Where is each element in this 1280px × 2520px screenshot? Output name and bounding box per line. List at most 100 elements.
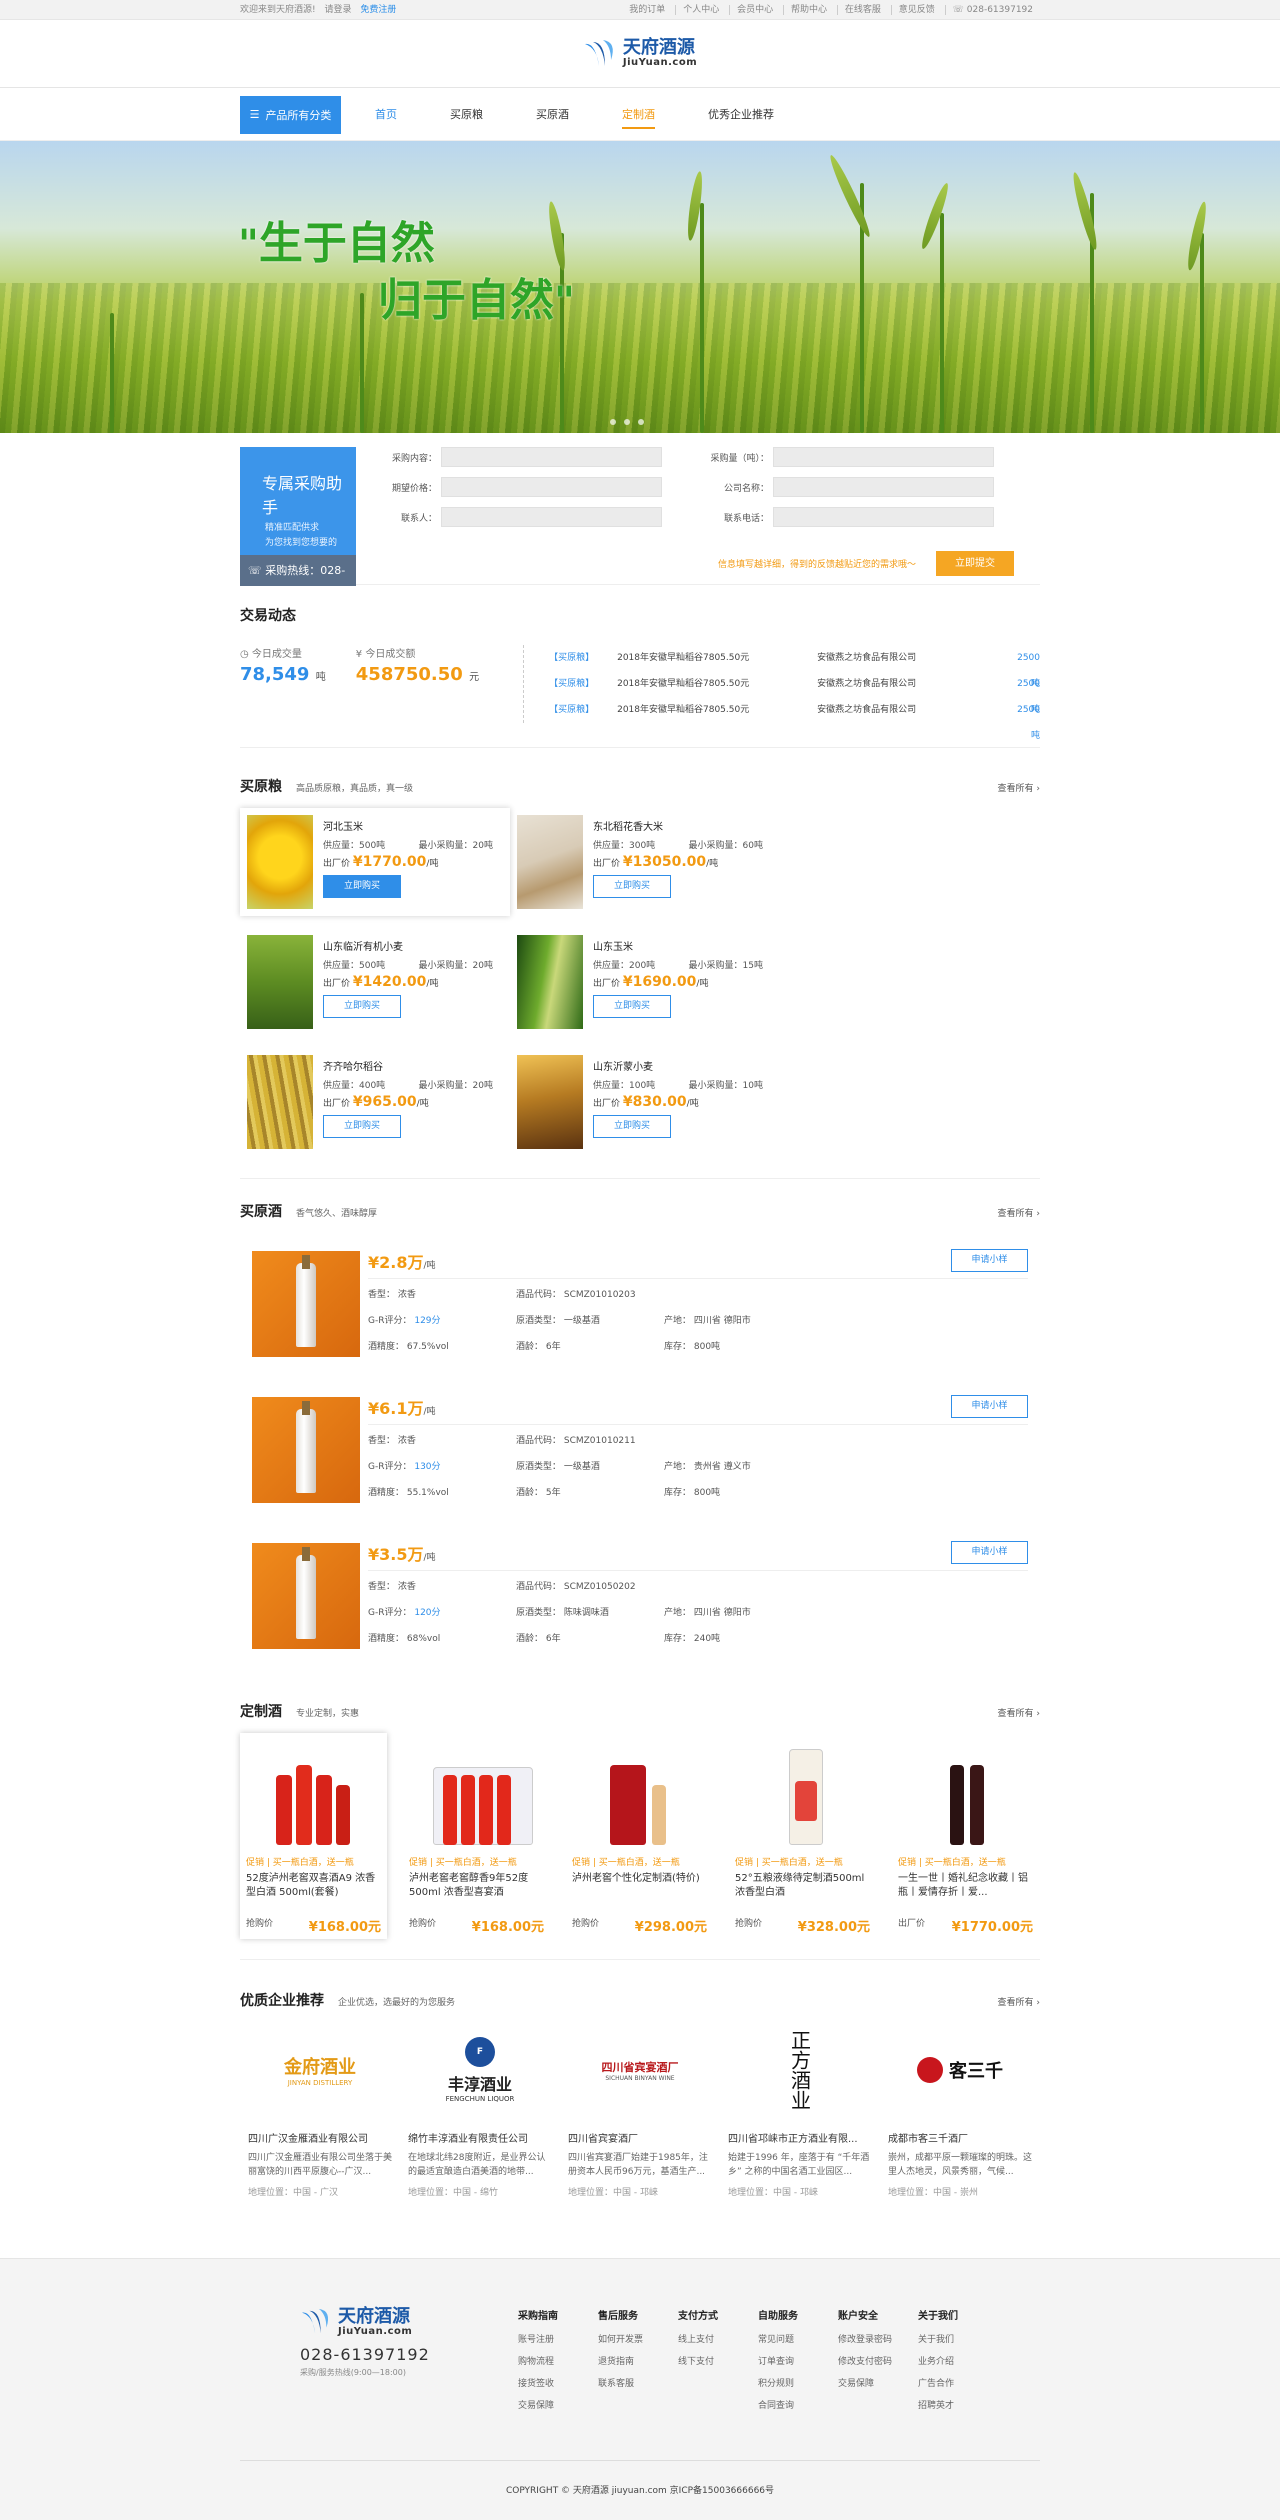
footer-link[interactable]: 订单查询 — [758, 2354, 838, 2367]
enterprise-logo[interactable]: F 丰淳酒业 FENGCHUN LIQUOR — [408, 2024, 552, 2116]
content-input[interactable] — [441, 447, 662, 467]
buy-button[interactable]: 立即购买 — [593, 1115, 671, 1138]
carousel-dot[interactable] — [638, 419, 644, 425]
buy-button[interactable]: 立即购买 — [593, 875, 671, 898]
footer-logo[interactable]: 天府酒源 JiuYuan.com — [300, 2307, 518, 2337]
liquor-item[interactable]: ¥6.1万/吨 申请小样 香型： 浓香 酒品代码： SCMZ01010211 G-R… — [240, 1379, 1040, 1525]
enterprise-name[interactable]: 四川省宾宴酒厂 — [568, 2130, 712, 2145]
enterprise-card[interactable]: 客三千 成都市客三千酒厂 崇州，成都平原一颗璀璨的明珠。这里人杰地灵，风景秀丽，… — [880, 2024, 1040, 2198]
enterprise-card[interactable]: 四川省宾宴酒厂 SICHUAN BINYAN WINE 四川省宾宴酒厂 四川省宾宴… — [560, 2024, 720, 2199]
custom-card[interactable]: 促销 | 买一瓶白酒，送一瓶 泸州老窖老窖醇香9年52度500ml 浓香型喜宴酒… — [403, 1733, 550, 1939]
liquor-image[interactable] — [252, 1397, 360, 1503]
footer-link[interactable]: 退货指南 — [598, 2354, 678, 2367]
footer-link[interactable]: 账号注册 — [518, 2332, 598, 2345]
product-name[interactable]: 一生一世丨婚礼纪念收藏丨铝瓶丨爱情存折丨爱... — [898, 1872, 1033, 1910]
grain-card[interactable]: 山东临沂有机小麦 供应量：500吨 最小采购量：20吨 出厂价 ¥1420.00/… — [240, 928, 510, 1036]
footer-link[interactable]: 合同查询 — [758, 2398, 838, 2411]
footer-link[interactable]: 线下支付 — [678, 2354, 758, 2367]
product-name[interactable]: 泸州老窖个性化定制酒(特价) — [572, 1872, 707, 1910]
apply-sample-button[interactable]: 申请小样 — [951, 1541, 1028, 1564]
footer-link[interactable]: 修改支付密码 — [838, 2354, 918, 2367]
site-logo[interactable]: 天府酒源 JiuYuan.com — [583, 38, 697, 70]
enterprise-logo[interactable]: 客三千 — [888, 2024, 1032, 2116]
footer-link[interactable]: 广告合作 — [918, 2376, 998, 2389]
register-link[interactable]: 免费注册 — [360, 5, 396, 15]
apply-sample-button[interactable]: 申请小样 — [951, 1395, 1028, 1418]
product-name[interactable]: 山东沂蒙小麦 — [593, 1058, 763, 1073]
my-orders-link[interactable]: 我的订单 — [622, 5, 672, 15]
liquor-item[interactable]: ¥3.5万/吨 申请小样 香型： 浓香 酒品代码： SCMZ01050202 G-R… — [240, 1525, 1040, 1671]
feedback-link[interactable]: 意见反馈 — [890, 5, 942, 15]
enterprise-name[interactable]: 成都市客三千酒厂 — [888, 2130, 1032, 2145]
footer-link[interactable]: 修改登录密码 — [838, 2332, 918, 2345]
nav-enterprise[interactable]: 优秀企业推荐 — [708, 88, 774, 141]
enterprise-name[interactable]: 绵竹丰淳酒业有限责任公司 — [408, 2130, 552, 2145]
buy-button[interactable]: 立即购买 — [323, 875, 401, 898]
footer-link[interactable]: 招聘英才 — [918, 2398, 998, 2411]
custom-card[interactable]: 促销 | 买一瓶白酒，送一瓶 一生一世丨婚礼纪念收藏丨铝瓶丨爱情存折丨爱... … — [892, 1733, 1039, 1939]
footer-link[interactable]: 联系客服 — [598, 2376, 678, 2389]
grain-card[interactable]: 河北玉米 供应量：500吨 最小采购量：20吨 出厂价 ¥1770.00/吨 立即… — [240, 808, 510, 916]
nav-grain[interactable]: 买原粮 — [450, 88, 483, 141]
trade-row[interactable]: 【买原粮】 2018年安徽早籼稻谷7805.50元 安徽燕之坊食品有限公司 2500吨 — [549, 697, 1040, 741]
help-center-link[interactable]: 帮助中心 — [782, 5, 834, 15]
product-image[interactable] — [517, 935, 583, 1029]
nav-custom[interactable]: 定制酒 — [622, 88, 655, 141]
custom-card[interactable]: 促销 | 买一瓶白酒，送一瓶 52度泸州老窖双喜酒A9 浓香型白酒 500ml(… — [240, 1733, 387, 1939]
footer-link[interactable]: 接货签收 — [518, 2376, 598, 2389]
liquor-image[interactable] — [252, 1251, 360, 1357]
product-name[interactable]: 泸州老窖老窖醇香9年52度500ml 浓香型喜宴酒 — [409, 1872, 544, 1910]
contact-input[interactable] — [441, 507, 662, 527]
product-image[interactable] — [409, 1741, 544, 1851]
enterprise-logo[interactable]: 正方酒业 — [728, 2024, 872, 2116]
product-image[interactable] — [517, 815, 583, 909]
product-image[interactable] — [572, 1741, 707, 1851]
product-image[interactable] — [246, 1741, 381, 1851]
grain-card[interactable]: 山东玉米 供应量：200吨 最小采购量：15吨 出厂价 ¥1690.00/吨 立即… — [510, 928, 780, 1036]
product-name[interactable]: 齐齐哈尔稻谷 — [323, 1058, 493, 1073]
category-button[interactable]: ☰ 产品所有分类 — [240, 95, 341, 134]
product-name[interactable]: 山东玉米 — [593, 938, 763, 953]
nav-home[interactable]: 首页 — [375, 88, 397, 141]
footer-link[interactable]: 交易保障 — [518, 2398, 598, 2411]
carousel-dot[interactable] — [624, 419, 630, 425]
trade-row[interactable]: 【买原粮】 2018年安徽早籼稻谷7805.50元 安徽燕之坊食品有限公司 2500吨 — [549, 671, 1040, 715]
phone-input[interactable] — [773, 507, 994, 527]
member-center-link[interactable]: 会员中心 — [729, 5, 781, 15]
enterprise-card[interactable]: F 丰淳酒业 FENGCHUN LIQUOR 绵竹丰淳酒业有限责任公司 在地球北纬2… — [400, 2024, 560, 2198]
hero-banner[interactable]: "生于自然 归于自然" — [0, 141, 1280, 433]
product-name[interactable]: 山东临沂有机小麦 — [323, 938, 493, 953]
enterprise-logo[interactable]: 四川省宾宴酒厂 SICHUAN BINYAN WINE — [568, 2024, 712, 2116]
personal-center-link[interactable]: 个人中心 — [675, 5, 727, 15]
footer-link[interactable]: 购物流程 — [518, 2354, 598, 2367]
custom-card[interactable]: 促销 | 买一瓶白酒，送一瓶 泸州老窖个性化定制酒(特价) 抢购价 ¥298.00… — [566, 1733, 713, 1939]
product-name[interactable]: 河北玉米 — [323, 818, 493, 833]
product-image[interactable] — [247, 815, 313, 909]
grain-card[interactable]: 东北稻花香大米 供应量：300吨 最小采购量：60吨 出厂价 ¥13050.00/… — [510, 808, 780, 916]
enterprise-card[interactable]: 金府酒业 JINYAN DISTILLERY 四川广汉金雁酒业有限公司 四川广汉金… — [240, 2024, 400, 2198]
footer-link[interactable]: 常见问题 — [758, 2332, 838, 2345]
trade-row[interactable]: 【买原粮】 2018年安徽早籼稻谷7805.50元 安徽燕之坊食品有限公司 2500吨 — [549, 645, 1040, 689]
enterprise-name[interactable]: 四川省邛崃市正方酒业有限... — [728, 2130, 872, 2145]
enterprise-more-link[interactable]: 查看所有 › — [998, 1995, 1040, 2008]
enterprise-name[interactable]: 四川广汉金雁酒业有限公司 — [248, 2130, 392, 2145]
product-image[interactable] — [247, 935, 313, 1029]
liquor-item[interactable]: ¥2.8万/吨 申请小样 香型： 浓香 酒品代码： SCMZ01010203 G-R… — [240, 1233, 1040, 1379]
product-image[interactable] — [517, 1055, 583, 1149]
footer-link[interactable]: 交易保障 — [838, 2376, 918, 2389]
enterprise-card[interactable]: 正方酒业 四川省邛崃市正方酒业有限... 始建于1996 年，座落于有 “千年酒… — [720, 2024, 880, 2198]
liquor-image[interactable] — [252, 1543, 360, 1649]
footer-link[interactable]: 关于我们 — [918, 2332, 998, 2345]
product-image[interactable] — [735, 1741, 870, 1851]
grain-card[interactable]: 山东沂蒙小麦 供应量：100吨 最小采购量：10吨 出厂价 ¥830.00/吨 立… — [510, 1048, 780, 1156]
footer-link[interactable]: 线上支付 — [678, 2332, 758, 2345]
nav-liquor[interactable]: 买原酒 — [536, 88, 569, 141]
grain-card[interactable]: 齐齐哈尔稻谷 供应量：400吨 最小采购量：20吨 出厂价 ¥965.00/吨 立… — [240, 1048, 510, 1156]
product-name[interactable]: 52°五粮液缘待定制酒500ml 浓香型白酒 — [735, 1872, 870, 1910]
enterprise-logo[interactable]: 金府酒业 JINYAN DISTILLERY — [248, 2024, 392, 2116]
product-name[interactable]: 东北稻花香大米 — [593, 818, 763, 833]
custom-card[interactable]: 促销 | 买一瓶白酒，送一瓶 52°五粮液缘待定制酒500ml 浓香型白酒 抢购… — [729, 1733, 876, 1939]
footer-link[interactable]: 业务介绍 — [918, 2354, 998, 2367]
footer-link[interactable]: 如何开发票 — [598, 2332, 678, 2345]
quantity-input[interactable] — [773, 447, 994, 467]
